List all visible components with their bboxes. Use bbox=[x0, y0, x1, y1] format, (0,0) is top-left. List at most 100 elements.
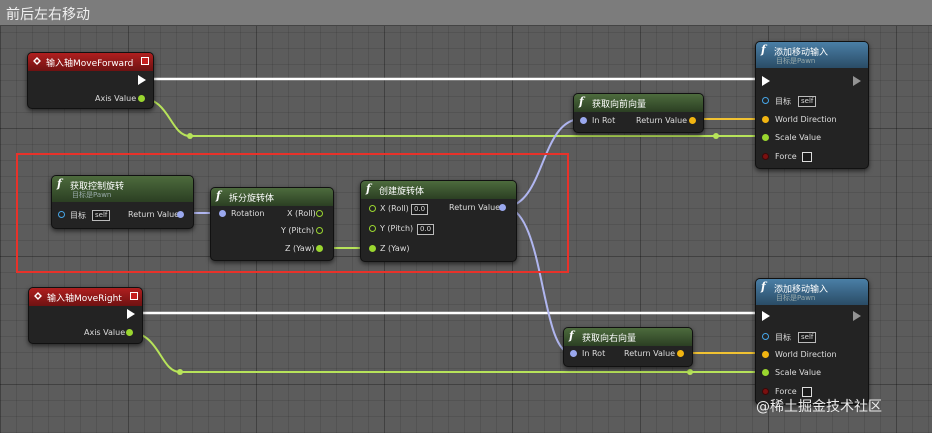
rotation-input-pin[interactable] bbox=[219, 210, 226, 217]
target-pin[interactable] bbox=[762, 97, 769, 104]
node-title: 输入轴MoveRight bbox=[47, 294, 122, 304]
world-direction-label: World Direction bbox=[775, 115, 837, 124]
axis-value-label: Axis Value bbox=[95, 94, 137, 103]
exec-output-pin[interactable] bbox=[127, 309, 135, 319]
world-direction-pin[interactable] bbox=[762, 116, 769, 123]
roll-value-box[interactable]: 0.0 bbox=[411, 204, 429, 215]
scale-value-pin[interactable] bbox=[762, 134, 769, 141]
world-direction-pin[interactable] bbox=[762, 351, 769, 358]
roll-output-pin[interactable] bbox=[316, 210, 323, 217]
scale-value-label: Scale Value bbox=[775, 133, 822, 142]
target-label: 目标 bbox=[775, 97, 791, 106]
node-header: 输入轴MoveRight bbox=[29, 288, 142, 306]
input-axis-moveforward-node[interactable]: 输入轴MoveForward Axis Value bbox=[27, 52, 154, 109]
return-value-pin[interactable] bbox=[677, 350, 684, 357]
target-self-box[interactable]: self bbox=[798, 96, 817, 107]
in-rot-label: In Rot bbox=[592, 116, 616, 125]
event-icon bbox=[34, 292, 42, 300]
node-title: 获取向前向量 bbox=[592, 100, 647, 110]
return-value-pin[interactable] bbox=[689, 117, 696, 124]
in-rot-pin[interactable] bbox=[580, 117, 587, 124]
exec-input-pin[interactable] bbox=[762, 76, 770, 86]
return-value-pin[interactable] bbox=[177, 211, 184, 218]
break-rotator-node[interactable]: f 拆分旋转体 Rotation X (Roll) Y (Pitch) Z (Y… bbox=[210, 187, 334, 261]
reroute-knot-forward-1 bbox=[187, 133, 193, 139]
reroute-knot-right-2 bbox=[687, 369, 693, 375]
scale-value-label: Scale Value bbox=[775, 368, 822, 377]
axis-value-label: Axis Value bbox=[84, 328, 126, 337]
node-header: f 获取向右向量 bbox=[564, 328, 692, 346]
node-title: 拆分旋转体 bbox=[229, 194, 275, 204]
node-header: f 添加移动输入 目标是Pawn bbox=[756, 279, 868, 305]
node-title: 输入轴MoveForward bbox=[46, 59, 134, 69]
function-icon: f bbox=[57, 177, 62, 190]
add-movement-input-right-node[interactable]: f 添加移动输入 目标是Pawn 目标 self World Direction… bbox=[755, 278, 869, 405]
delegate-pin-icon[interactable] bbox=[141, 57, 149, 65]
scale-value-pin[interactable] bbox=[762, 369, 769, 376]
pitch-value-box[interactable]: 0.0 bbox=[417, 224, 435, 235]
pitch-output-pin[interactable] bbox=[316, 227, 323, 234]
world-direction-label: World Direction bbox=[775, 350, 837, 359]
target-self-box[interactable]: self bbox=[92, 210, 111, 221]
function-icon: f bbox=[366, 182, 371, 195]
input-axis-moveright-node[interactable]: 输入轴MoveRight Axis Value bbox=[28, 287, 143, 344]
exec-input-pin[interactable] bbox=[762, 311, 770, 321]
force-pin[interactable] bbox=[762, 153, 769, 160]
blueprint-graph[interactable]: 前后左右移动 输入轴MoveForward Axis Value 输入轴Move… bbox=[0, 0, 932, 433]
yaw-label: Z (Yaw) bbox=[380, 244, 410, 253]
function-icon: f bbox=[761, 43, 766, 56]
node-subtitle: 目标是Pawn bbox=[776, 57, 816, 65]
axis-value-pin[interactable] bbox=[138, 95, 145, 102]
axis-value-pin[interactable] bbox=[126, 329, 133, 336]
function-icon: f bbox=[216, 189, 221, 202]
pitch-label: Y (Pitch) bbox=[281, 226, 315, 235]
return-value-pin[interactable] bbox=[499, 204, 506, 211]
event-icon bbox=[33, 57, 41, 65]
return-value-label: Return Value bbox=[624, 349, 676, 358]
roll-label: X (Roll) bbox=[380, 204, 409, 213]
target-pin[interactable] bbox=[58, 211, 65, 218]
function-icon: f bbox=[579, 95, 584, 108]
roll-input-pin[interactable] bbox=[369, 205, 376, 212]
exec-output-pin[interactable] bbox=[853, 311, 861, 321]
return-value-label: Return Value bbox=[449, 203, 501, 212]
force-checkbox[interactable] bbox=[802, 152, 812, 162]
node-header: f 创建旋转体 bbox=[361, 181, 516, 199]
node-title: 获取向右向量 bbox=[582, 334, 637, 344]
get-forward-vector-node[interactable]: f 获取向前向量 In Rot Return Value bbox=[573, 93, 704, 133]
force-label: Force bbox=[775, 152, 797, 161]
make-rotator-node[interactable]: f 创建旋转体 X (Roll) 0.0 Return Value Y (Pit… bbox=[360, 180, 517, 262]
node-header: 输入轴MoveForward bbox=[28, 53, 153, 71]
add-movement-input-forward-node[interactable]: f 添加移动输入 目标是Pawn 目标 self World Direction… bbox=[755, 41, 869, 169]
yaw-input-pin[interactable] bbox=[369, 245, 376, 252]
reroute-knot-right-1 bbox=[177, 369, 183, 375]
target-label: 目标 bbox=[775, 333, 791, 342]
rotation-label: Rotation bbox=[231, 209, 265, 218]
yaw-output-pin[interactable] bbox=[316, 245, 323, 252]
reroute-knot-forward-2 bbox=[713, 133, 719, 139]
node-header: f 拆分旋转体 bbox=[211, 188, 333, 206]
roll-label: X (Roll) bbox=[287, 209, 316, 218]
node-header: f 获取向前向量 bbox=[574, 94, 703, 112]
node-subtitle: 目标是Pawn bbox=[776, 294, 816, 302]
in-rot-pin[interactable] bbox=[570, 350, 577, 357]
in-rot-label: In Rot bbox=[582, 349, 606, 358]
node-title: 创建旋转体 bbox=[379, 187, 425, 197]
target-label: 目标 bbox=[70, 211, 86, 220]
exec-output-pin[interactable] bbox=[138, 75, 146, 85]
get-control-rotation-node[interactable]: f 获取控制旋转 目标是Pawn 目标 self Return Value bbox=[51, 175, 194, 229]
target-self-box[interactable]: self bbox=[798, 332, 817, 343]
delegate-pin-icon[interactable] bbox=[130, 292, 138, 300]
watermark: @稀土掘金技术社区 bbox=[756, 399, 882, 415]
exec-output-pin[interactable] bbox=[853, 76, 861, 86]
node-subtitle: 目标是Pawn bbox=[72, 191, 112, 199]
force-pin[interactable] bbox=[762, 388, 769, 395]
node-header: f 添加移动输入 目标是Pawn bbox=[756, 42, 868, 68]
return-value-label: Return Value bbox=[128, 210, 180, 219]
target-pin[interactable] bbox=[762, 333, 769, 340]
function-icon: f bbox=[569, 329, 574, 342]
pitch-input-pin[interactable] bbox=[369, 225, 376, 232]
function-icon: f bbox=[761, 280, 766, 293]
yaw-label: Z (Yaw) bbox=[285, 244, 315, 253]
get-right-vector-node[interactable]: f 获取向右向量 In Rot Return Value bbox=[563, 327, 693, 367]
